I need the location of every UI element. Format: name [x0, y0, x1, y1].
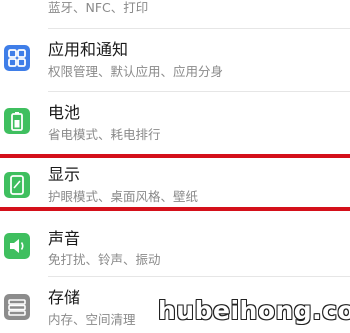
storage-icon	[4, 294, 30, 320]
settings-item-title: 声音	[48, 229, 81, 248]
settings-item-subtitle: 免打扰、铃声、振动	[48, 252, 161, 267]
settings-item-apps-notifications[interactable]: 应用和通知 权限管理、默认应用、应用分身	[0, 29, 350, 91]
settings-item-battery[interactable]: 电池 省电模式、耗电排行	[0, 92, 350, 154]
display-icon	[4, 172, 30, 198]
settings-item-title: 电池	[48, 103, 81, 122]
watermark-text: hubeihong.com	[158, 296, 350, 325]
settings-item-title: 显示	[48, 165, 81, 184]
settings-item-title: 应用和通知	[48, 40, 129, 59]
settings-item-title: 存储	[48, 288, 81, 307]
battery-icon	[4, 108, 30, 134]
highlight-bottom-line	[0, 207, 350, 211]
settings-screen: 蓝牙、NFC、打印 应用和通知 权限管理、默认应用、应用分身 电池 省电模式、耗…	[0, 0, 350, 333]
settings-item-subtitle: 蓝牙、NFC、打印	[48, 0, 149, 15]
settings-item-subtitle: 省电模式、耗电排行	[48, 127, 161, 142]
settings-item-sound[interactable]: 声音 免打扰、铃声、振动	[0, 214, 350, 276]
apps-grid-icon	[4, 45, 30, 71]
settings-item-subtitle: 内存、空间清理	[48, 312, 136, 327]
speaker-icon	[4, 233, 30, 259]
settings-item-subtitle: 权限管理、默认应用、应用分身	[48, 64, 224, 79]
settings-item-subtitle: 护眼模式、桌面风格、壁纸	[48, 189, 199, 204]
